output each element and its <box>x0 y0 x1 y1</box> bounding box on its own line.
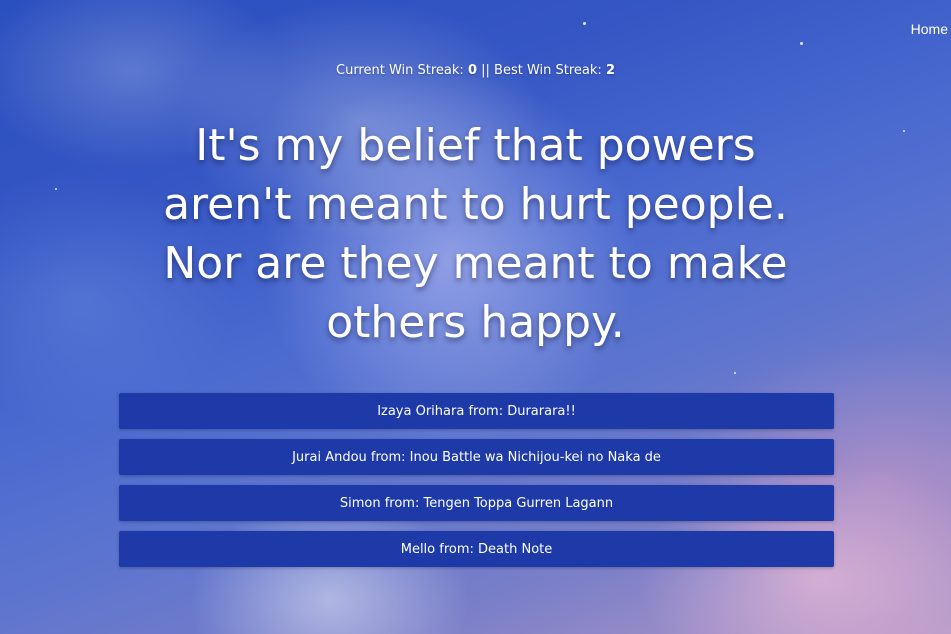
answer-button-4[interactable]: Mello from: Death Note <box>119 531 834 567</box>
answer-button-1[interactable]: Izaya Orihara from: Durarara!! <box>119 393 834 429</box>
best-streak-value: 2 <box>605 63 615 78</box>
home-link[interactable]: Home <box>911 21 948 37</box>
star-decoration <box>734 372 736 374</box>
answer-button-2[interactable]: Jurai Andou from: Inou Battle wa Nichijo… <box>119 439 834 475</box>
streak-separator: || <box>481 63 490 78</box>
answer-options: Izaya Orihara from: Durarara!! Jurai And… <box>119 393 834 577</box>
current-streak-value: 0 <box>467 63 477 78</box>
star-decoration <box>55 188 57 190</box>
quote-text: It's my belief that powers aren't meant … <box>163 120 788 348</box>
win-streak-status: Current Win Streak: 0 || Best Win Streak… <box>0 63 951 78</box>
best-streak-label: Best Win Streak: <box>494 63 602 78</box>
star-decoration <box>800 42 803 45</box>
answer-button-3[interactable]: Simon from: Tengen Toppa Gurren Lagann <box>119 485 834 521</box>
star-decoration <box>903 130 905 132</box>
star-decoration <box>583 22 586 25</box>
current-streak-label: Current Win Streak: <box>336 63 464 78</box>
